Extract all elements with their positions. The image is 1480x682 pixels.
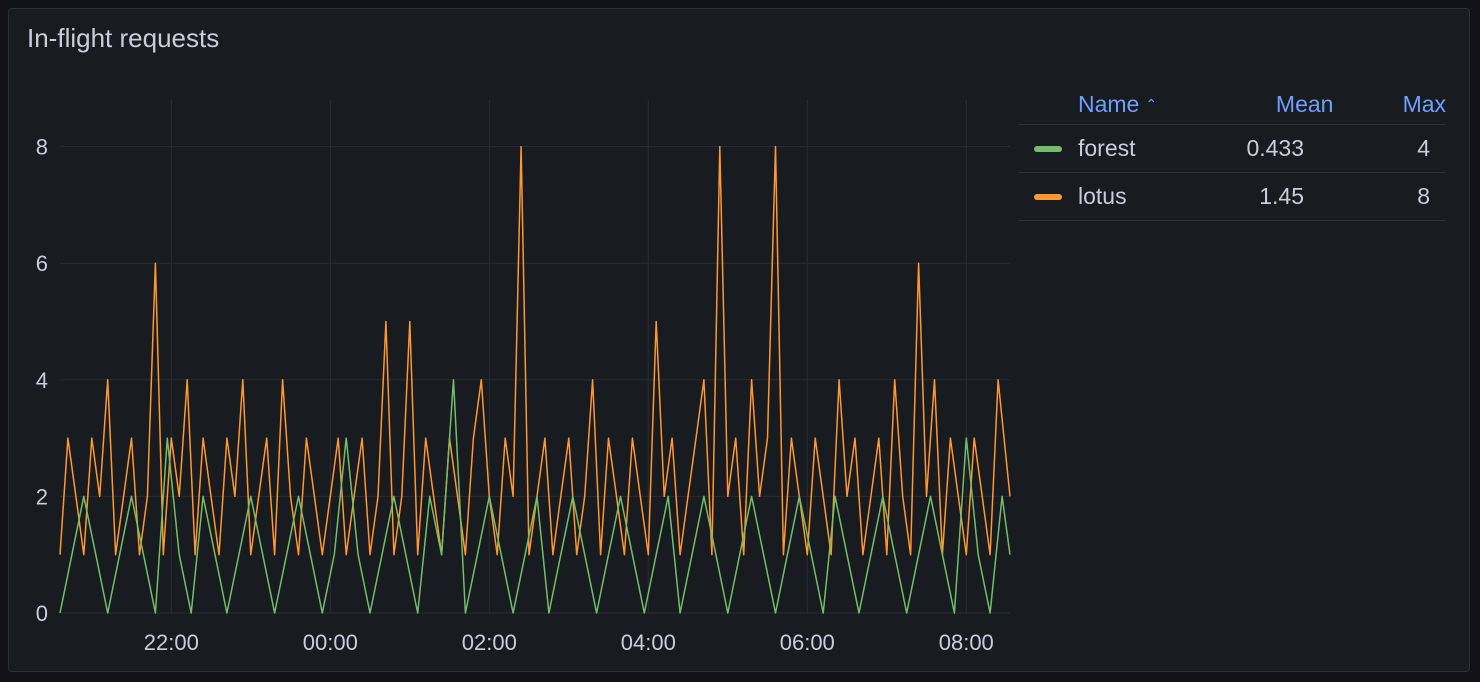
legend-series-max: 8: [1417, 183, 1430, 209]
series-color-swatch[interactable]: [1034, 193, 1062, 200]
legend-header: Name ⌃ Mean Max: [1018, 84, 1446, 125]
legend-row-forest[interactable]: forest 0.433 4: [1018, 125, 1446, 173]
y-tick-label: 0: [36, 601, 48, 626]
sort-ascending-icon: ⌃: [1145, 95, 1158, 112]
x-tick-label: 22:00: [144, 630, 199, 655]
legend-table: Name ⌃ Mean Max forest 0.433 4 lotus 1.4…: [1018, 84, 1446, 221]
legend-series-max: 4: [1417, 135, 1430, 161]
legend-series-name: lotus: [1078, 183, 1127, 209]
y-tick-label: 4: [36, 368, 48, 393]
legend-header-name-label: Name: [1078, 90, 1140, 117]
legend-series-mean: 1.45: [1259, 183, 1304, 209]
x-tick-label: 08:00: [939, 630, 994, 655]
legend-series-mean: 0.433: [1246, 135, 1304, 161]
legend-header-mean[interactable]: Mean: [1244, 91, 1334, 118]
series-color-swatch[interactable]: [1034, 145, 1062, 152]
x-tick-label: 06:00: [780, 630, 835, 655]
y-tick-label: 6: [36, 251, 48, 276]
legend-header-max[interactable]: Max: [1333, 91, 1446, 118]
x-tick-label: 04:00: [621, 630, 676, 655]
legend-row-lotus[interactable]: lotus 1.45 8: [1018, 173, 1446, 221]
y-tick-label: 8: [36, 135, 48, 160]
x-tick-label: 02:00: [462, 630, 517, 655]
y-tick-label: 2: [36, 484, 48, 509]
x-tick-label: 00:00: [303, 630, 358, 655]
series-line-lotus: [59, 145, 1011, 556]
legend-series-name: forest: [1078, 135, 1136, 161]
legend-header-name[interactable]: Name ⌃: [1018, 91, 1244, 118]
